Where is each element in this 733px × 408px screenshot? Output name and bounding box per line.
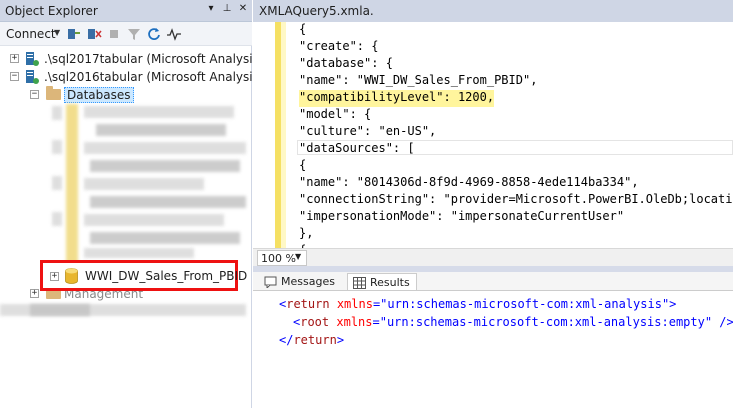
connect-server-icon[interactable] (66, 26, 82, 42)
connect-dropdown-icon[interactable]: ▼ (54, 28, 60, 37)
tree-node-server-sql2016[interactable]: − .\sql2016tabular (Microsoft Analysis S… (0, 68, 278, 86)
databases-label: Databases (64, 87, 134, 103)
connect-button[interactable]: Connect (6, 27, 56, 41)
editor-tab[interactable]: XMLAQuery5.xmla. (253, 0, 733, 22)
tab-messages[interactable]: Messages (259, 273, 341, 291)
code-line: }, (299, 226, 314, 240)
collapse-icon[interactable]: − (30, 90, 39, 99)
collapse-icon[interactable]: − (10, 72, 19, 81)
close-icon[interactable]: ✕ (236, 3, 250, 14)
code-line: "culture": "en-US", (299, 124, 437, 138)
code-line: { (299, 158, 307, 172)
disconnect-icon[interactable] (86, 26, 102, 42)
xml-line-root: <root xmlns="urn:schemas-microsoft-com:x… (293, 315, 733, 329)
tab-label: Messages (281, 275, 335, 288)
server-label: .\sql2016tabular (Microsoft Analysis Se (44, 70, 278, 84)
dropdown-icon[interactable]: ▾ (204, 3, 218, 14)
xml-line-return-close: </return> (279, 333, 345, 347)
editor-tab-title: XMLAQuery5.xmla. (259, 4, 374, 18)
object-explorer-titlebar: Object Explorer ▾ ⊥ ✕ (0, 0, 252, 22)
results-pane[interactable]: <return xmlns="urn:schemas-microsoft-com… (253, 290, 733, 408)
highlighted-database-node[interactable]: + WWI_DW_Sales_From_PBID (40, 260, 247, 291)
folder-icon (46, 86, 61, 100)
code-line: "connectionString": "provider=Microsoft.… (299, 192, 733, 206)
tab-results[interactable]: Results (347, 273, 417, 291)
expand-icon[interactable]: + (50, 272, 59, 281)
object-explorer-title: Object Explorer (5, 4, 98, 18)
selection-margin (281, 22, 286, 248)
code-line: "create": { (299, 39, 379, 53)
database-icon (65, 268, 78, 284)
messages-icon (264, 276, 277, 288)
code-line: "impersonationMode": "impersonateCurrent… (299, 209, 625, 223)
query-editor: XMLAQuery5.xmla. { "create": { "database… (253, 0, 733, 408)
code-line: "name": "8014306d-8f9d-4969-8858-4ede114… (299, 175, 639, 189)
activity-monitor-icon[interactable] (166, 26, 182, 42)
expand-icon[interactable]: + (10, 54, 19, 63)
code-line: { (299, 22, 307, 36)
code-line: "model": { (299, 107, 372, 121)
pin-icon[interactable]: ⊥ (220, 3, 234, 14)
zoom-dropdown-icon[interactable]: ▼ (295, 252, 301, 261)
code-line: "database": { (299, 56, 393, 70)
stop-icon[interactable] (106, 26, 122, 42)
object-explorer-toolbar: Connect ▼ (0, 22, 252, 46)
tree-node-server-sql2017[interactable]: + .\sql2017tabular (Microsoft Analysis S… (0, 50, 278, 68)
code-area[interactable]: { "create": { "database": { "name": "WWI… (253, 22, 733, 248)
code-line-highlighted: "compatibilityLevel": 1200, (299, 90, 495, 107)
results-tabstrip: Messages Results (253, 266, 733, 291)
filter-icon[interactable] (126, 26, 142, 42)
code-line: "name": "WWI_DW_Sales_From_PBID", (299, 73, 538, 87)
server-label: .\sql2017tabular (Microsoft Analysis Se (44, 52, 278, 66)
object-explorer-panel: Object Explorer ▾ ⊥ ✕ Connect ▼ + .\sql2… (0, 0, 278, 408)
tree-node-databases[interactable]: − Databases (0, 86, 252, 104)
zoom-bar: 100 % ▼ (253, 248, 733, 266)
xml-line-return-open: <return xmlns="urn:schemas-microsoft-com… (279, 297, 677, 311)
analysis-server-icon (26, 70, 39, 84)
analysis-server-icon (26, 52, 39, 66)
refresh-icon[interactable] (146, 26, 162, 42)
database-label: WWI_DW_Sales_From_PBID (85, 269, 248, 283)
code-line: "dataSources": [ (299, 141, 415, 155)
grid-icon (353, 277, 366, 289)
expand-icon[interactable]: + (30, 289, 39, 298)
tab-label: Results (370, 276, 410, 289)
